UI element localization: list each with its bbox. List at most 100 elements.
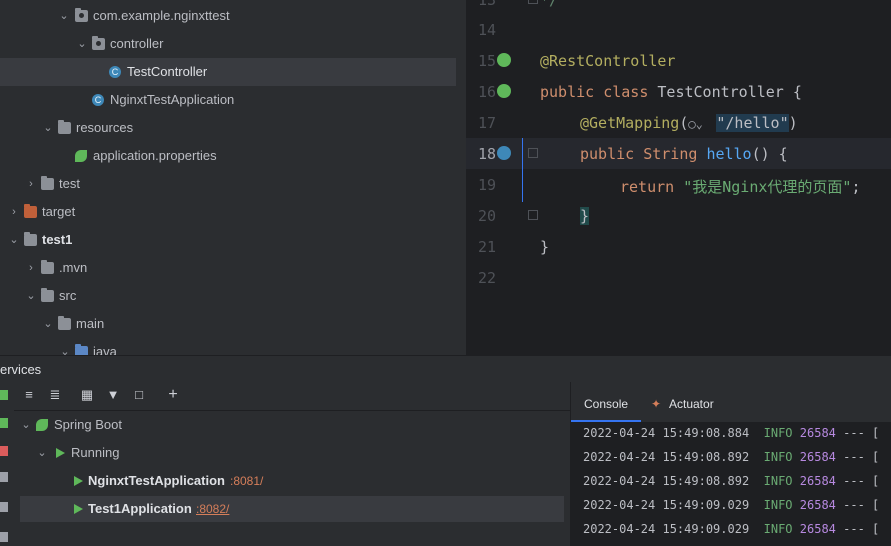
spring-bean-gutter-icon[interactable]: [497, 53, 511, 67]
annotation: @RestController: [540, 52, 676, 70]
filter-icon[interactable]: ▼: [104, 386, 122, 404]
chevron-down-icon[interactable]: ⌄: [8, 226, 20, 254]
port-link[interactable]: :8081/: [230, 468, 263, 494]
semicolon: ;: [851, 178, 861, 196]
project-tree: ⌄ com.example.nginxttest ⌄ controller C …: [0, 0, 456, 355]
tree-item-test[interactable]: › test: [0, 170, 456, 198]
tree-item-java[interactable]: ⌄ java: [0, 338, 456, 355]
tree-item-label: .mvn: [59, 260, 88, 275]
restore-icon[interactable]: [0, 532, 8, 542]
tree-item-label: main: [76, 316, 105, 331]
code-line-20: }: [580, 207, 590, 225]
globe-icon[interactable]: ◯⌄: [688, 117, 716, 131]
code-line-15: @RestController: [540, 52, 675, 70]
string-literal: "我是Nginx代理的页面": [683, 178, 852, 196]
resources-folder-icon: [58, 120, 71, 134]
module-icon: [24, 232, 37, 246]
log-line: 2022-04-24 15:49:08.884 INFO 26584 --- [: [583, 426, 880, 440]
new-group-icon[interactable]: □: [130, 386, 148, 404]
annotation: @GetMapping: [580, 114, 680, 132]
chevron-down-icon[interactable]: ⌄: [36, 440, 48, 466]
actuator-icon: ✦: [651, 397, 662, 411]
chevron-down-icon[interactable]: ⌄: [20, 412, 32, 438]
line-number: 19: [477, 176, 496, 194]
tree-item-src[interactable]: ⌄ src: [0, 282, 456, 310]
tree-item-label: test: [59, 176, 80, 191]
rerun-icon[interactable]: [0, 390, 8, 400]
fold-icon[interactable]: [528, 210, 538, 220]
chevron-down-icon[interactable]: ⌄: [25, 282, 37, 310]
tree-item-label: src: [59, 288, 77, 303]
tree-item-nginxttestapplication[interactable]: C NginxtTestApplication: [0, 86, 456, 114]
chevron-down-icon[interactable]: ⌄: [76, 30, 88, 58]
chevron-down-icon[interactable]: ⌄: [42, 310, 54, 338]
code-editor[interactable]: 13 14 15 16 17 18 19 20 21 22 */ @RestCo…: [466, 0, 891, 355]
tree-item-running[interactable]: ⌄ Running: [14, 440, 570, 466]
tree-item-label: controller: [110, 36, 164, 51]
tree-item-test1[interactable]: ⌄ test1: [0, 226, 456, 254]
folder-icon: [24, 204, 37, 218]
code-line-21: }: [540, 238, 550, 256]
keyword: return: [620, 178, 675, 196]
console-panel: Console ✦ Actuator 2022-04-24 15:49:08.8…: [570, 382, 891, 546]
chevron-down-icon[interactable]: ⌄: [42, 114, 54, 142]
line-number: 21: [477, 238, 496, 256]
type: String: [643, 145, 698, 163]
keyword: public class: [540, 83, 649, 101]
folder-icon: [58, 316, 71, 330]
tree-item-label: resources: [76, 120, 134, 135]
package-icon: [75, 8, 88, 22]
chevron-right-icon[interactable]: ›: [8, 198, 20, 226]
chevron-right-icon[interactable]: ›: [25, 170, 37, 198]
tree-item-label: target: [42, 204, 76, 219]
code-line-18: public String hello() {: [580, 145, 788, 163]
tree-item-application-properties[interactable]: application.properties: [0, 142, 456, 170]
service-test1application[interactable]: Test1Application :8082/: [20, 496, 564, 522]
tree-item-label: com.example.nginxttest: [93, 8, 230, 23]
tree-item-label: java: [93, 344, 117, 355]
paren: (: [679, 114, 689, 132]
params: () {: [751, 145, 788, 163]
tab-console[interactable]: Console: [571, 382, 642, 422]
service-nginxttestapplication[interactable]: NginxtTestApplication :8081/: [14, 468, 570, 494]
tree-item-spring-boot[interactable]: ⌄ Spring Boot: [14, 412, 570, 438]
console-tabs: Console ✦ Actuator: [571, 382, 891, 422]
chevron-down-icon[interactable]: ⌄: [59, 338, 71, 355]
tree-item-main[interactable]: ⌄ main: [0, 310, 456, 338]
tree-item-mvn[interactable]: › .mvn: [0, 254, 456, 282]
web-endpoint-gutter-icon[interactable]: [497, 146, 511, 160]
line-number: 17: [477, 114, 496, 132]
run-icon[interactable]: [0, 418, 8, 428]
spring-bean-gutter-icon[interactable]: [497, 84, 511, 98]
group-by-icon[interactable]: ▦: [78, 386, 96, 404]
fold-icon[interactable]: [528, 0, 538, 4]
run-icon: [74, 504, 83, 514]
settings-icon[interactable]: [0, 472, 8, 482]
tree-item-testcontroller[interactable]: C TestController: [0, 58, 456, 86]
camera-icon[interactable]: [0, 502, 8, 512]
tree-item-label: TestController: [127, 64, 208, 79]
brace: {: [783, 83, 802, 101]
log-line: 2022-04-24 15:49:09.029 INFO 26584 --- [: [583, 522, 880, 536]
line-number: 14: [477, 21, 496, 39]
stop-icon[interactable]: [0, 446, 8, 456]
tree-item-target[interactable]: › target: [0, 198, 456, 226]
tab-actuator[interactable]: Actuator: [669, 382, 714, 420]
chevron-down-icon[interactable]: ⌄: [58, 2, 70, 30]
spring-boot-icon: [36, 419, 48, 431]
fold-icon[interactable]: [528, 148, 538, 158]
add-service-icon[interactable]: +: [164, 386, 182, 404]
folder-icon: [41, 260, 54, 274]
tree-item-resources[interactable]: ⌄ resources: [0, 114, 456, 142]
tree-item-controller[interactable]: ⌄ controller: [0, 30, 456, 58]
port-link[interactable]: :8082/: [196, 496, 229, 522]
tree-item-label: NginxtTestApplication: [110, 92, 235, 107]
chevron-right-icon[interactable]: ›: [25, 254, 37, 282]
collapse-all-icon[interactable]: ≣: [46, 386, 64, 404]
tree-item-com-example-nginxttest[interactable]: ⌄ com.example.nginxttest: [0, 2, 456, 30]
keyword: public: [580, 145, 635, 163]
code-comment-end: */: [540, 0, 559, 9]
expand-all-icon[interactable]: ≡: [20, 386, 38, 404]
line-number: 13: [477, 0, 496, 9]
app-name: Test1Application: [88, 501, 192, 516]
